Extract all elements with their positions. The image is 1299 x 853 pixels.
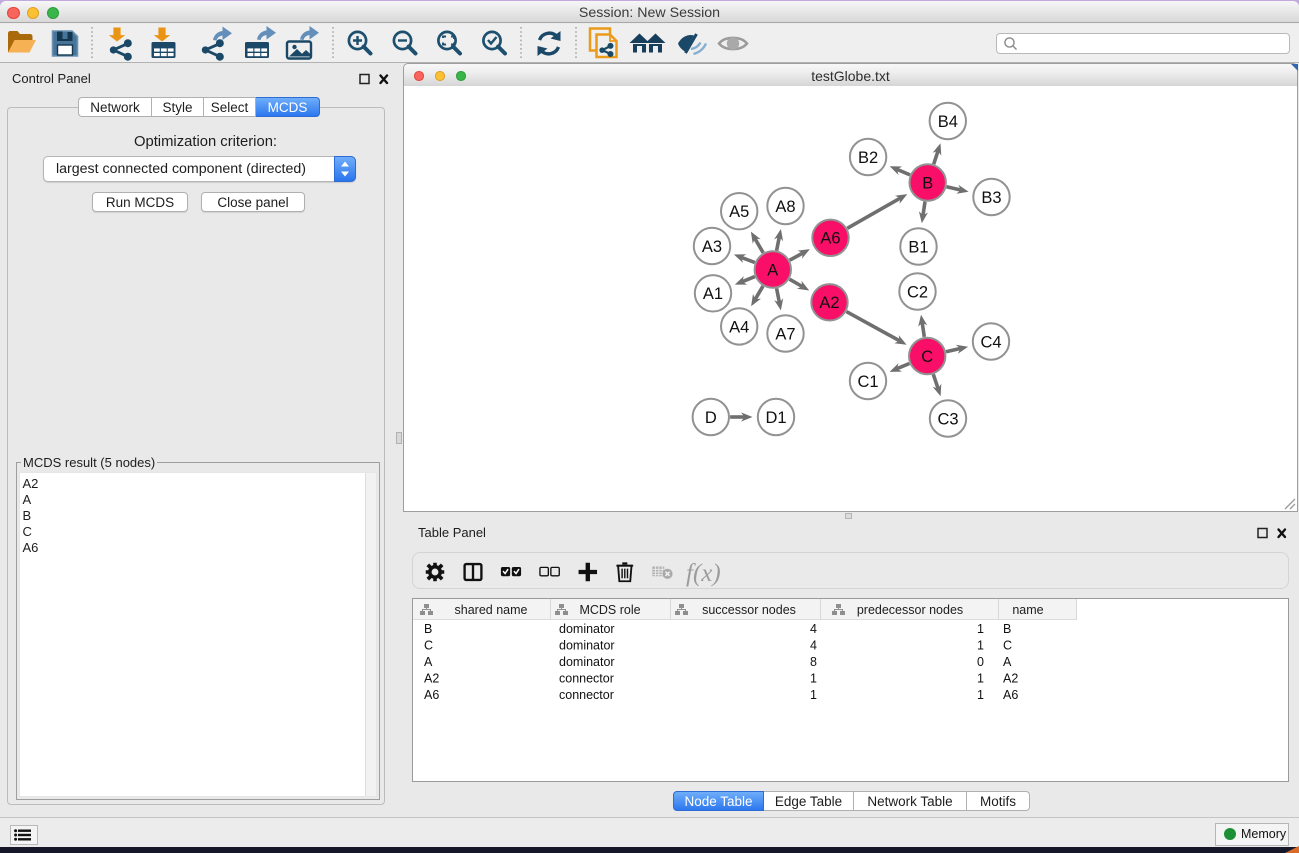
svg-text:name: name xyxy=(1012,603,1043,617)
svg-text:8: 8 xyxy=(810,655,817,669)
svg-text:A2: A2 xyxy=(1003,672,1018,686)
svg-text:1: 1 xyxy=(977,639,984,653)
svg-text:0: 0 xyxy=(977,655,984,669)
svg-text:C: C xyxy=(1003,639,1012,653)
svg-text:A6: A6 xyxy=(1003,688,1018,702)
svg-text:C: C xyxy=(424,639,433,653)
svg-text:A8: A8 xyxy=(775,198,795,216)
svg-text:successor nodes: successor nodes xyxy=(702,603,796,617)
svg-text:4: 4 xyxy=(810,639,817,653)
svg-text:A7: A7 xyxy=(775,325,795,343)
svg-text:A3: A3 xyxy=(702,238,722,256)
svg-text:connector: connector xyxy=(559,672,614,686)
svg-text:A6: A6 xyxy=(424,688,439,702)
svg-text:A1: A1 xyxy=(703,285,723,303)
svg-text:A2: A2 xyxy=(424,672,439,686)
svg-text:f(x): f(x) xyxy=(686,560,721,587)
svg-text:dominator: dominator xyxy=(559,622,615,636)
svg-text:B: B xyxy=(1003,622,1011,636)
svg-text:B: B xyxy=(424,622,432,636)
svg-text:MCDS role: MCDS role xyxy=(579,603,640,617)
svg-text:A2: A2 xyxy=(819,294,839,312)
svg-text:connector: connector xyxy=(559,688,614,702)
svg-text:C: C xyxy=(921,348,933,366)
svg-text:B1: B1 xyxy=(908,238,928,256)
svg-text:D: D xyxy=(705,409,717,427)
svg-text:dominator: dominator xyxy=(559,655,615,669)
svg-text:1: 1 xyxy=(977,622,984,636)
svg-text:4: 4 xyxy=(810,622,817,636)
svg-text:1: 1 xyxy=(977,672,984,686)
svg-text:B4: B4 xyxy=(938,113,958,131)
svg-text:B2: B2 xyxy=(858,149,878,167)
svg-text:A6: A6 xyxy=(820,230,840,248)
svg-text:B3: B3 xyxy=(981,189,1001,207)
svg-text:A4: A4 xyxy=(729,318,749,336)
svg-text:shared name: shared name xyxy=(455,603,528,617)
svg-text:C1: C1 xyxy=(857,373,878,391)
svg-text:1: 1 xyxy=(977,688,984,702)
svg-text:A: A xyxy=(1003,655,1012,669)
svg-text:1: 1 xyxy=(810,672,817,686)
svg-text:B: B xyxy=(922,174,933,192)
svg-text:C3: C3 xyxy=(937,410,958,428)
svg-text:A5: A5 xyxy=(729,203,749,221)
svg-text:dominator: dominator xyxy=(559,639,615,653)
svg-text:predecessor nodes: predecessor nodes xyxy=(857,603,963,617)
svg-text:A: A xyxy=(424,655,433,669)
svg-text:C4: C4 xyxy=(980,333,1001,351)
svg-text:A: A xyxy=(767,261,778,279)
svg-text:D1: D1 xyxy=(765,409,786,427)
svg-text:1: 1 xyxy=(810,688,817,702)
svg-text:C2: C2 xyxy=(907,283,928,301)
